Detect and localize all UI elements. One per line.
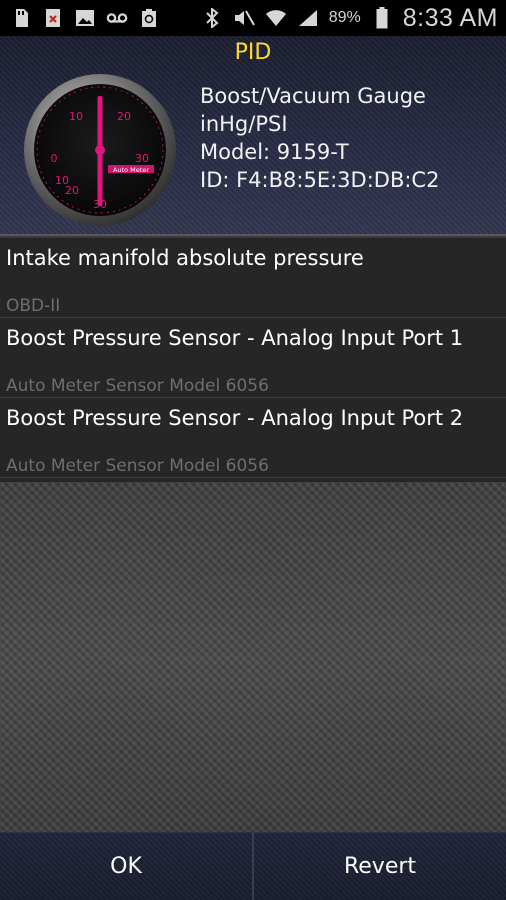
pid-name: Boost Pressure Sensor - Analog Input Por… bbox=[6, 406, 464, 430]
sd-card-icon bbox=[10, 7, 32, 29]
clock: 8:33 AM bbox=[402, 3, 498, 32]
device-header: PID 10 20 0 30 20 10 30 Aut bbox=[0, 36, 506, 236]
background-panel bbox=[0, 482, 506, 832]
device-info: Boost/Vacuum Gauge inHg/PSI Model: 9159-… bbox=[200, 82, 439, 194]
pid-source: OBD-II bbox=[6, 296, 61, 316]
signal-icon bbox=[297, 7, 319, 29]
device-name: Boost/Vacuum Gauge bbox=[200, 84, 426, 108]
system-icons: 89% 8:33 AM bbox=[201, 4, 498, 33]
recycle-icon bbox=[138, 7, 160, 29]
voicemail-icon bbox=[106, 7, 128, 29]
gauge-label: 20 bbox=[117, 110, 131, 123]
bluetooth-icon bbox=[201, 7, 223, 29]
status-bar: 89% 8:33 AM bbox=[0, 0, 506, 36]
button-bar: OK Revert bbox=[0, 832, 506, 900]
battery-percent: 89% bbox=[328, 9, 361, 26]
pid-list-item[interactable]: Boost Pressure Sensor - Analog Input Por… bbox=[0, 398, 506, 478]
gauge-label: 30 bbox=[135, 152, 149, 165]
mute-icon bbox=[233, 7, 255, 29]
ok-button[interactable]: OK bbox=[0, 832, 252, 900]
image-icon bbox=[74, 7, 96, 29]
battery-icon bbox=[371, 7, 393, 29]
pid-list-item[interactable]: Intake manifold absolute pressure OBD-II bbox=[0, 238, 506, 318]
gauge-label: 10 bbox=[55, 174, 69, 187]
device-units: inHg/PSI bbox=[200, 112, 288, 136]
revert-button[interactable]: Revert bbox=[252, 832, 506, 900]
device-id: ID: F4:B8:5E:3D:DB:C2 bbox=[200, 168, 440, 192]
pid-source: Auto Meter Sensor Model 6056 bbox=[6, 456, 269, 476]
pid-list-item[interactable]: Boost Pressure Sensor - Analog Input Por… bbox=[0, 318, 506, 398]
device-model: Model: 9159-T bbox=[200, 140, 349, 164]
pid-name: Boost Pressure Sensor - Analog Input Por… bbox=[6, 326, 464, 350]
gauge-label: 0 bbox=[51, 152, 58, 165]
notification-icons bbox=[10, 7, 160, 29]
pid-name: Intake manifold absolute pressure bbox=[6, 246, 364, 270]
blocked-file-icon bbox=[42, 7, 64, 29]
gauge-label: 10 bbox=[69, 110, 83, 123]
pid-list: Intake manifold absolute pressure OBD-II… bbox=[0, 238, 506, 482]
page-title: PID bbox=[234, 40, 272, 65]
pid-source: Auto Meter Sensor Model 6056 bbox=[6, 376, 269, 396]
wifi-icon bbox=[265, 7, 287, 29]
gauge-brand: Auto Meter bbox=[113, 166, 149, 174]
gauge-image: 10 20 0 30 20 10 30 Auto Meter bbox=[24, 74, 176, 226]
